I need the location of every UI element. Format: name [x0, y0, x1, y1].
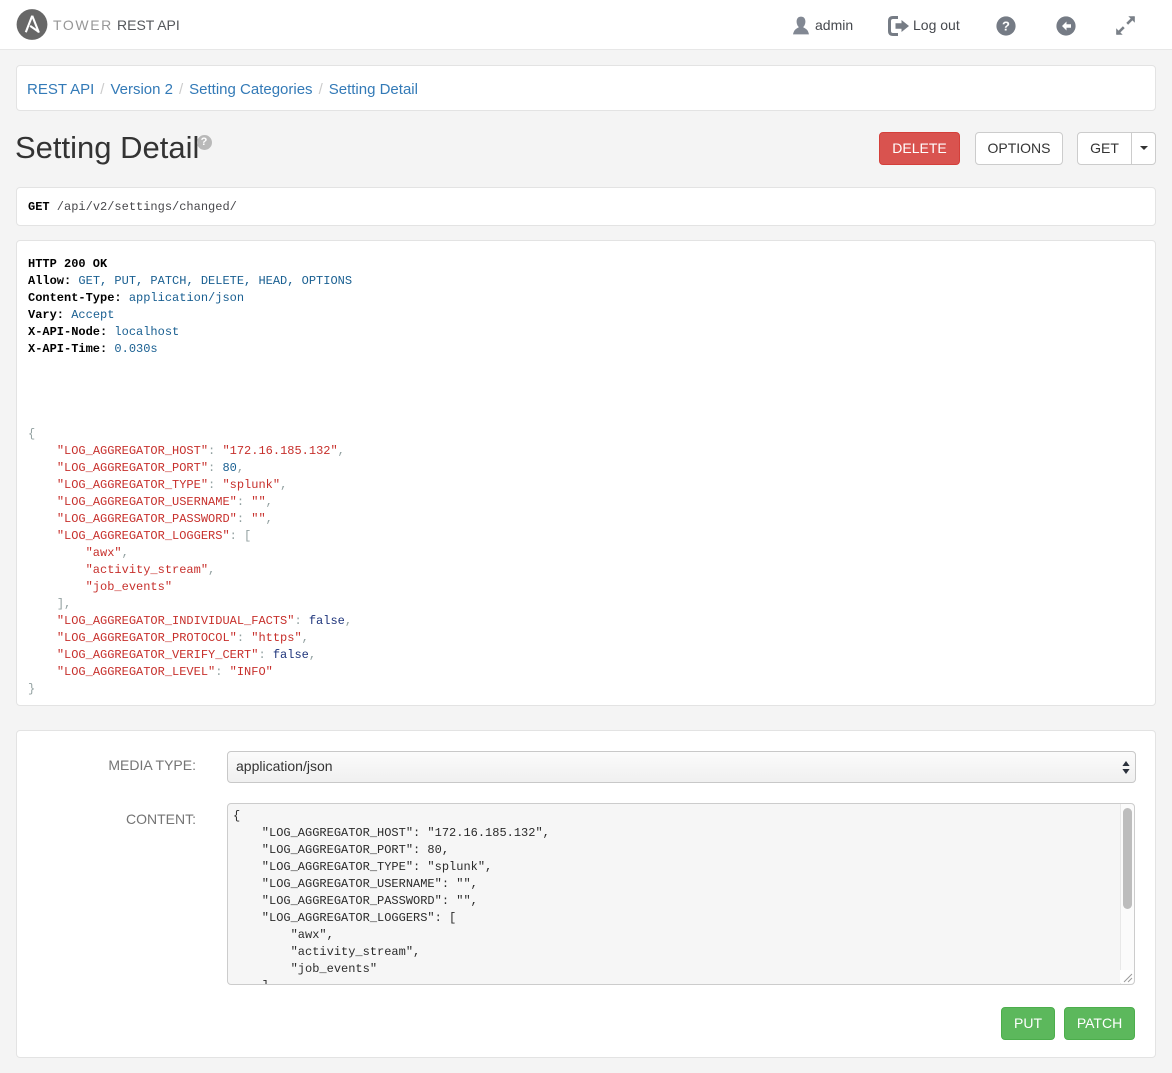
- svg-text:?: ?: [1002, 19, 1010, 34]
